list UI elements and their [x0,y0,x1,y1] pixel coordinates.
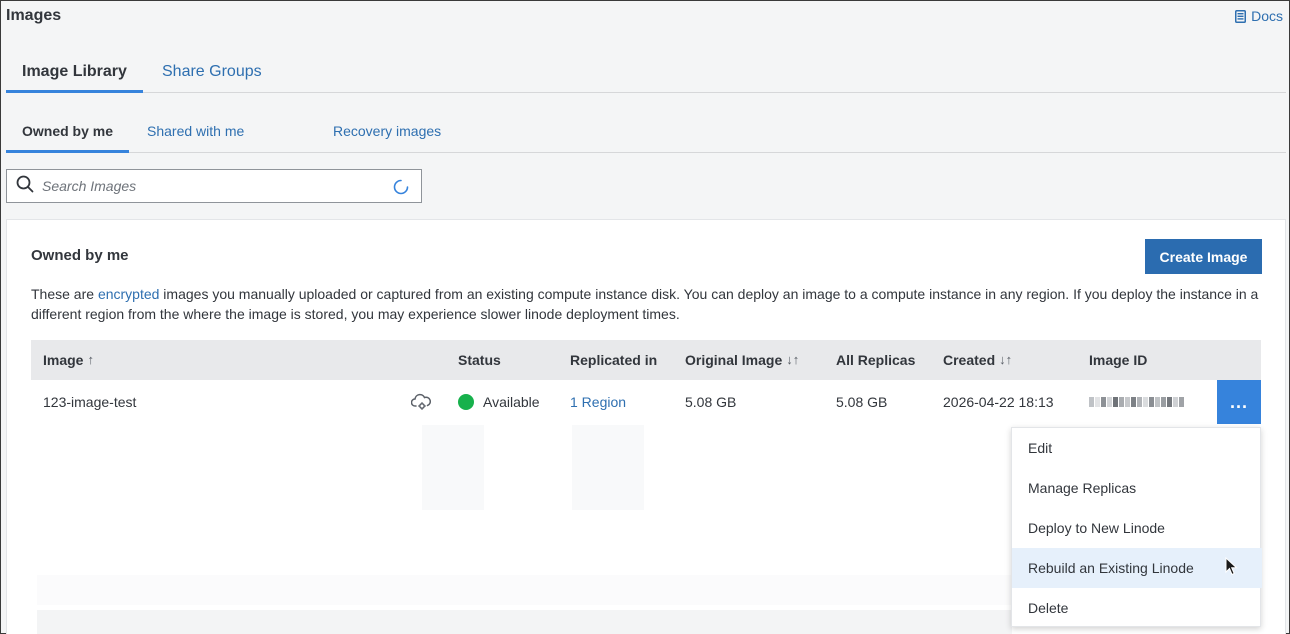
row-actions-button[interactable]: ... [1217,380,1261,424]
column-all-replicas: All Replicas [836,340,915,380]
tab-share-groups[interactable]: Share Groups [146,55,278,93]
menu-item-deploy-new-linode[interactable]: Deploy to New Linode [1012,508,1262,548]
tab-recovery-images[interactable]: Recovery images [333,115,441,153]
column-original-label: Original Image [685,352,783,368]
all-replicas-size: 5.08 GB [836,394,888,410]
sub-tabs: Owned by me Shared with me Recovery imag… [6,115,1286,153]
tab-image-library[interactable]: Image Library [6,55,143,93]
column-created-label: Created [943,352,996,368]
column-image-label: Image [43,352,84,368]
loading-artifact [422,425,484,510]
row-actions-menu: Edit Manage Replicas Deploy to New Linod… [1011,427,1262,628]
status-available-indicator [458,394,474,410]
column-status-label: Status [458,352,501,368]
table-row: 123-image-test Available 1 Region 5.08 G… [31,380,1261,424]
main-tabs: Image Library Share Groups [6,55,1286,93]
image-name: 123-image-test [43,394,137,410]
search-input[interactable] [42,178,382,194]
replicated-in-cell: 1 Region [570,380,626,424]
search-box [6,169,422,203]
encrypted-link[interactable]: encrypted [98,286,159,302]
loading-artifact [572,425,644,510]
image-id-redacted [1089,380,1184,424]
cloud-settings-icon[interactable] [411,380,431,424]
original-size: 5.08 GB [685,394,737,410]
column-id-label: Image ID [1089,352,1148,368]
docs-label: Docs [1251,8,1283,24]
section-title: Owned by me [31,247,129,264]
spinner-icon [393,179,409,200]
created-date: 2026-04-22 18:13 [943,394,1054,410]
tab-shared-with-me[interactable]: Shared with me [147,115,244,153]
status-text: Available [483,394,540,410]
create-image-button[interactable]: Create Image [1145,239,1262,274]
loading-artifact [37,575,1012,605]
region-link[interactable]: 1 Region [570,380,626,424]
document-icon [1235,9,1247,23]
column-image-id: Image ID [1089,340,1147,380]
section-description: These are encrypted images you manually … [31,284,1261,324]
loading-artifact [37,610,1012,634]
sort-icon: ↓↑ [999,352,1013,367]
menu-item-delete[interactable]: Delete [1012,588,1262,628]
column-status: Status [458,340,501,380]
table-header: Image ↑ Status Replicated in Original Ima… [31,340,1261,380]
status-cell: Available [458,380,540,424]
tab-owned-by-me[interactable]: Owned by me [6,115,130,153]
mouse-pointer-icon [1225,556,1238,581]
description-text-start: These are [31,286,98,302]
app-window: Images Docs Image Library Share Groups O… [0,0,1290,634]
sort-icon: ↓↑ [786,352,800,367]
search-icon [16,175,34,198]
description-text-end: images you manually uploaded or captured… [31,286,1259,322]
column-replicas-label: All Replicas [836,352,916,368]
menu-item-edit[interactable]: Edit [1012,428,1262,468]
column-image[interactable]: Image ↑ [43,340,94,380]
page-title: Images [6,7,62,24]
column-created[interactable]: Created ↓↑ [943,340,1012,380]
menu-item-manage-replicas[interactable]: Manage Replicas [1012,468,1262,508]
column-replicated-in: Replicated in [570,340,657,380]
column-original-image[interactable]: Original Image ↓↑ [685,340,799,380]
sort-icon: ↑ [87,352,94,367]
docs-link[interactable]: Docs [1235,8,1283,24]
column-replicated-label: Replicated in [570,352,658,368]
